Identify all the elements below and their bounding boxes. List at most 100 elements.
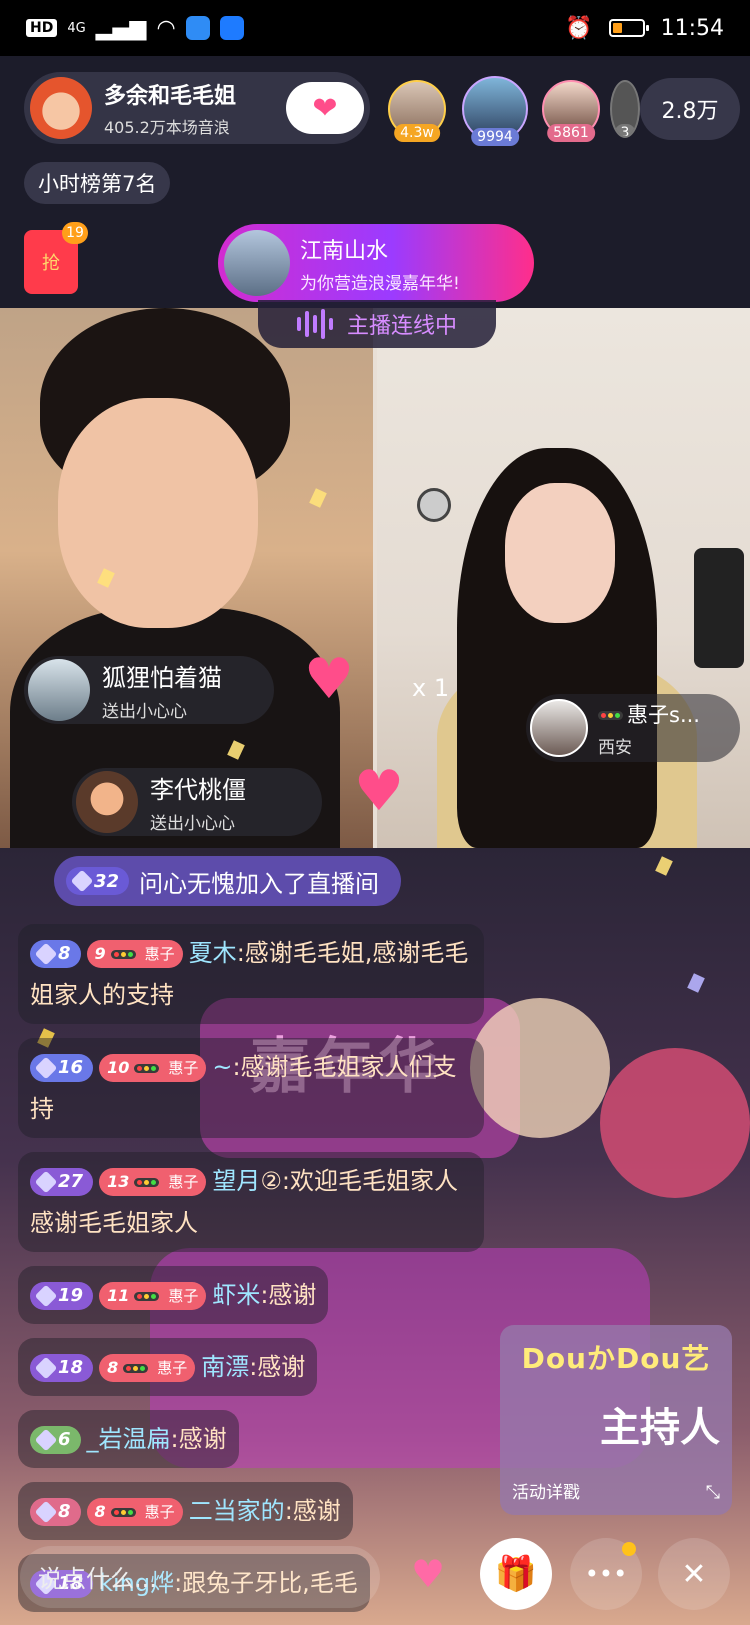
join-message: 32 问心无愧 加入了直播间 <box>54 856 402 906</box>
fan-club-badge: 10 惠子 <box>99 1054 207 1082</box>
activity-subtitle: 主持人 <box>600 1405 720 1451</box>
user-level-badge: 27 <box>30 1168 94 1196</box>
comment-placeholder: 说点什么... <box>38 1565 157 1593</box>
top-viewer-avatar[interactable]: 4.3w <box>388 80 446 142</box>
fan-club-badge: 11 惠子 <box>99 1282 207 1310</box>
chat-text: :感谢 <box>170 1425 227 1453</box>
chat-message[interactable]: 18 8 惠子 南漂:感谢 <box>18 1338 318 1396</box>
chat-username[interactable]: ~ <box>212 1053 232 1081</box>
wifi-icon: ◠ <box>156 15 176 41</box>
fan-club-badge: 9 惠子 <box>86 940 183 968</box>
fan-light-icon <box>134 1177 160 1187</box>
guest-card[interactable]: 惠子s... 西安 <box>526 694 740 762</box>
host-stats: 405.2万本场音浪 <box>104 118 230 137</box>
top-viewer-avatar[interactable]: 5861 <box>542 80 600 142</box>
banner-avatar <box>224 230 290 296</box>
sound-wave-icon <box>296 309 333 339</box>
chat-message[interactable]: 16 10 惠子 ~:感谢毛毛姐家人们支持 <box>18 1038 484 1138</box>
hourly-rank-tag[interactable]: 小时榜第7名 <box>24 162 171 204</box>
live-link-indicator: 主播连线中 <box>258 300 496 348</box>
chat-username[interactable]: 虾米 <box>212 1281 260 1309</box>
top-viewer-avatar[interactable]: 9994 <box>462 76 528 146</box>
chat-username[interactable]: _岩温扁 <box>87 1425 171 1453</box>
join-user[interactable]: 问心无愧 <box>139 864 235 899</box>
chat-username[interactable]: 望月 <box>212 1167 260 1195</box>
chat-username[interactable]: 南漂 <box>201 1353 249 1381</box>
activity-detail-link[interactable]: 活动详戳 <box>512 1478 580 1503</box>
heart-button[interactable]: ♥ <box>392 1538 464 1610</box>
alarm-icon: ⏰ <box>565 15 593 41</box>
fan-light-icon <box>134 1291 160 1301</box>
top-viewer-avatar[interactable]: 3 <box>610 80 640 138</box>
expand-icon[interactable]: ⤡ <box>706 1482 720 1503</box>
chat-text: :感谢 <box>284 1497 341 1525</box>
host-avatar[interactable] <box>30 77 92 139</box>
chat-text: :感谢 <box>249 1353 306 1381</box>
user-level-badge: 6 <box>30 1426 81 1454</box>
chat-list[interactable]: 8 9 惠子 夏木:感谢毛毛姐,感谢毛毛姐家人的支持 16 10 惠子 ~:感谢毛毛姐家人们支… <box>18 924 484 1625</box>
join-text: 加入了直播间 <box>235 869 380 898</box>
diamond-icon <box>34 1428 58 1452</box>
guest-video-feed <box>377 308 750 848</box>
heart-gift-icon: ♥ <box>303 647 355 712</box>
viewer-count-button[interactable]: 2.8万 <box>640 78 740 140</box>
red-packet-label: 抢 <box>42 253 60 274</box>
guest-city: 西安 <box>598 737 632 758</box>
banner-title: 江南山水 <box>300 238 389 264</box>
diamond-icon <box>34 1356 58 1380</box>
status-bar: HD 4G ▂▄▆ ◠ ⏰ 11:54 <box>0 0 750 56</box>
activity-title: DouかDou艺 <box>521 1342 711 1375</box>
live-link-label: 主播连线中 <box>346 314 457 339</box>
diamond-icon <box>70 869 94 893</box>
chat-username[interactable]: 夏木 <box>189 939 237 967</box>
red-packet-button[interactable]: 抢 19 <box>24 222 88 294</box>
activity-card[interactable]: DouかDou艺 主持人 活动详戳 ⤡ <box>500 1325 732 1515</box>
diamond-icon <box>34 1500 58 1524</box>
viewer-score: 9994 <box>471 128 519 146</box>
user-level-badge: 8 <box>30 940 81 968</box>
close-button[interactable]: ✕ <box>658 1538 730 1610</box>
battery-icon <box>608 19 649 37</box>
gift-sender-avatar <box>76 771 138 833</box>
gift-banner[interactable]: 江南山水 为你营造浪漫嘉年华! <box>218 224 534 302</box>
chat-message[interactable]: 27 13 惠子 望月②:欢迎毛毛姐家人感谢毛毛姐家人 <box>18 1152 484 1252</box>
gift-sender-name: 李代桃僵 <box>150 776 246 804</box>
fan-light-icon <box>110 1507 136 1517</box>
more-button[interactable]: ••• <box>570 1538 642 1610</box>
viewer-score: 5861 <box>547 124 595 142</box>
viewer-score: 4.3w <box>394 124 440 142</box>
heart-icon: ♥ <box>410 1552 446 1596</box>
gift-notice: 李代桃僵 送出小心心 <box>72 768 322 836</box>
host-card[interactable]: 多余和毛毛姐 405.2万本场音浪 ❤ <box>24 72 370 144</box>
hotspot-icon <box>219 16 244 40</box>
red-packet-count: 19 <box>62 222 88 244</box>
chat-text: :感谢毛毛姐家人们支持 <box>30 1053 457 1123</box>
guest-avatar[interactable] <box>530 699 588 757</box>
notification-dot <box>622 1542 636 1556</box>
host-name: 多余和毛毛姐 <box>104 84 237 109</box>
fan-club-badge: 13 惠子 <box>99 1168 207 1196</box>
user-level-badge: 8 <box>30 1498 81 1526</box>
signal-icon: ▂▄▆ <box>95 15 147 41</box>
user-level-badge: 16 <box>30 1054 94 1082</box>
gift-action: 送出小心心 <box>102 702 187 722</box>
gift-sender-avatar <box>28 659 90 721</box>
heart-wings-icon: ❤ <box>312 90 338 126</box>
gift-box-icon: 🎁 <box>494 1554 538 1594</box>
gift-button[interactable]: 🎁 <box>480 1538 552 1610</box>
more-icon: ••• <box>584 1560 628 1588</box>
chat-message[interactable]: 6 _岩温扁:感谢 <box>18 1410 239 1468</box>
chat-username[interactable]: 二当家的 <box>189 1497 285 1525</box>
chat-message[interactable]: 8 9 惠子 夏木:感谢毛毛姐,感谢毛毛姐家人的支持 <box>18 924 484 1024</box>
chat-text: :感谢 <box>260 1281 317 1309</box>
comment-input[interactable]: 说点什么... <box>20 1545 380 1608</box>
fan-club-badge: 8 惠子 <box>86 1498 183 1526</box>
app-notification-icon <box>185 16 210 40</box>
viewer-score: 3 <box>614 124 636 136</box>
chat-message[interactable]: 19 11 惠子 虾米:感谢 <box>18 1266 329 1324</box>
banner-subtitle: 为你营造浪漫嘉年华! <box>300 273 460 294</box>
clock: 11:54 <box>660 15 724 41</box>
follow-button[interactable]: ❤ <box>286 82 364 134</box>
diamond-icon <box>34 1284 58 1308</box>
fan-light-icon <box>598 711 623 720</box>
